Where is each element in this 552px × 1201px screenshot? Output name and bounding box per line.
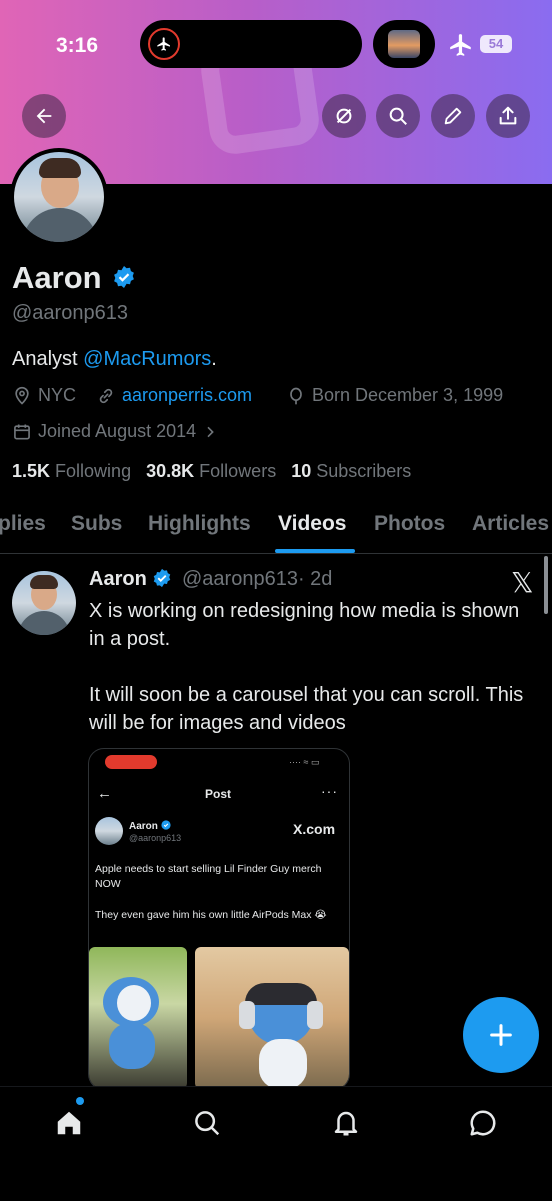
plus-icon <box>490 1024 512 1046</box>
grok-icon <box>336 108 352 124</box>
share-icon <box>499 106 517 125</box>
link-icon <box>99 388 113 403</box>
verified-icon[interactable] <box>112 265 136 289</box>
status-time: 3:16 <box>56 34 99 57</box>
profile-tabs: plies Subs Highlights Videos Photos Arti… <box>0 505 552 554</box>
following-stat[interactable]: 1.5K Following <box>12 461 131 481</box>
home-icon <box>57 1111 81 1135</box>
x-logo-icon: 𝕏 <box>511 566 534 599</box>
followers-count: 30.8K <box>146 461 195 481</box>
tab-highlights[interactable]: Highlights <box>148 512 251 536</box>
profile-avatar[interactable] <box>10 148 108 246</box>
media-title: Post <box>205 787 232 801</box>
share-button[interactable] <box>486 94 530 138</box>
subscribers-stat[interactable]: 10 Subscribers <box>291 461 411 481</box>
joined-text: Joined August 2014 <box>38 421 197 441</box>
media-xcom-badge: X.com <box>293 821 336 837</box>
profile-bio: Analyst @MacRumors. <box>12 348 217 371</box>
media-status-pill <box>105 755 157 769</box>
chevron-right-icon <box>207 426 214 437</box>
avatar-photo <box>14 152 104 242</box>
media-back-arrow-icon: ← <box>97 785 112 802</box>
profile-name: Aaron <box>12 260 136 296</box>
profile-handle: @aaronp613 <box>12 302 128 324</box>
profile-stats: 1.5K Following 30.8K Followers 10 Subscr… <box>12 461 411 482</box>
media-status-icons: ···· ≈ ▭ <box>289 757 320 767</box>
verified-icon <box>154 568 171 588</box>
nav-notifications[interactable] <box>326 1103 366 1143</box>
birthday-icon <box>290 387 302 404</box>
post-time: · 2d <box>297 568 333 590</box>
tab-articles[interactable]: Articles <box>472 512 549 536</box>
media-text-line2: They even gave him his own little AirPod… <box>95 909 327 921</box>
bio-suffix: . <box>211 348 217 370</box>
post-handle[interactable]: @aaronp613 <box>182 568 298 590</box>
back-button[interactable] <box>22 94 66 138</box>
profile-website[interactable]: aaronperris.com <box>96 385 252 406</box>
post-avatar[interactable] <box>12 571 76 635</box>
profile-location: NYC <box>12 385 76 406</box>
profile-birthday: Born December 3, 1999 <box>286 385 503 406</box>
tab-photos[interactable]: Photos <box>374 512 445 536</box>
media-image-1 <box>89 947 187 1089</box>
edit-icon <box>444 107 462 125</box>
bell-icon <box>334 1111 358 1136</box>
nav-search[interactable] <box>187 1103 227 1143</box>
media-image-2 <box>195 947 349 1089</box>
post-text: X is working on redesigning how media is… <box>89 597 529 737</box>
nav-messages[interactable] <box>463 1103 503 1143</box>
nav-home[interactable] <box>49 1103 89 1143</box>
search-button[interactable] <box>376 94 420 138</box>
media-author-name: Aaron <box>129 821 158 832</box>
scrollbar[interactable] <box>544 556 548 614</box>
followers-label: Followers <box>199 461 277 481</box>
dynamic-island <box>140 20 362 68</box>
tab-subs[interactable]: Subs <box>71 512 122 536</box>
edit-button[interactable] <box>431 94 475 138</box>
location-icon <box>15 386 29 405</box>
calendar-icon <box>14 424 30 439</box>
grok-button[interactable] <box>322 94 366 138</box>
media-thumbnail <box>388 30 420 58</box>
post-text-line2: It will soon be a carousel that you can … <box>89 684 524 734</box>
following-count: 1.5K <box>12 461 51 481</box>
subscribers-count: 10 <box>291 461 312 481</box>
post-author-name: Aaron <box>89 568 147 590</box>
birthday-text: Born December 3, 1999 <box>312 385 504 405</box>
profile-joined[interactable]: Joined August 2014 <box>12 421 224 442</box>
dynamic-island-media <box>373 20 435 68</box>
airplane-mode-icon <box>450 34 471 56</box>
tab-replies[interactable]: plies <box>0 512 46 536</box>
media-text-line1: Apple needs to start selling Lil Finder … <box>95 863 322 890</box>
search-icon <box>389 107 407 125</box>
post-author[interactable]: Aaron <box>89 568 172 591</box>
media-more-icon: ··· <box>321 783 338 799</box>
messages-icon <box>470 1110 496 1136</box>
post-text-line1: X is working on redesigning how media is… <box>89 600 520 650</box>
battery-indicator: 54 <box>480 35 512 53</box>
media-avatar <box>95 817 123 845</box>
profile-name-text: Aaron <box>12 260 102 295</box>
followers-stat[interactable]: 30.8K Followers <box>146 461 276 481</box>
location-text: NYC <box>38 385 77 405</box>
media-author: Aaron <box>129 820 171 832</box>
back-arrow-icon <box>36 108 52 124</box>
following-label: Following <box>55 461 132 481</box>
tab-videos[interactable]: Videos <box>278 512 346 536</box>
flight-activity-icon <box>148 28 180 60</box>
post-media[interactable]: ···· ≈ ▭ ← Post ··· Aaron @aaronp613 X.c… <box>88 748 350 1090</box>
compose-post-button[interactable] <box>463 997 539 1073</box>
post-meta: @aaronp613· 2d <box>182 568 332 591</box>
active-tab-indicator <box>275 549 355 553</box>
media-handle: @aaronp613 <box>129 833 182 843</box>
website-link[interactable]: aaronperris.com <box>122 385 252 406</box>
bio-text: Analyst <box>12 348 84 370</box>
search-icon <box>195 1111 220 1136</box>
subscribers-label: Subscribers <box>316 461 412 481</box>
bio-mention-link[interactable]: @MacRumors <box>83 348 211 370</box>
verified-icon <box>161 820 171 830</box>
home-notification-dot <box>76 1097 84 1105</box>
